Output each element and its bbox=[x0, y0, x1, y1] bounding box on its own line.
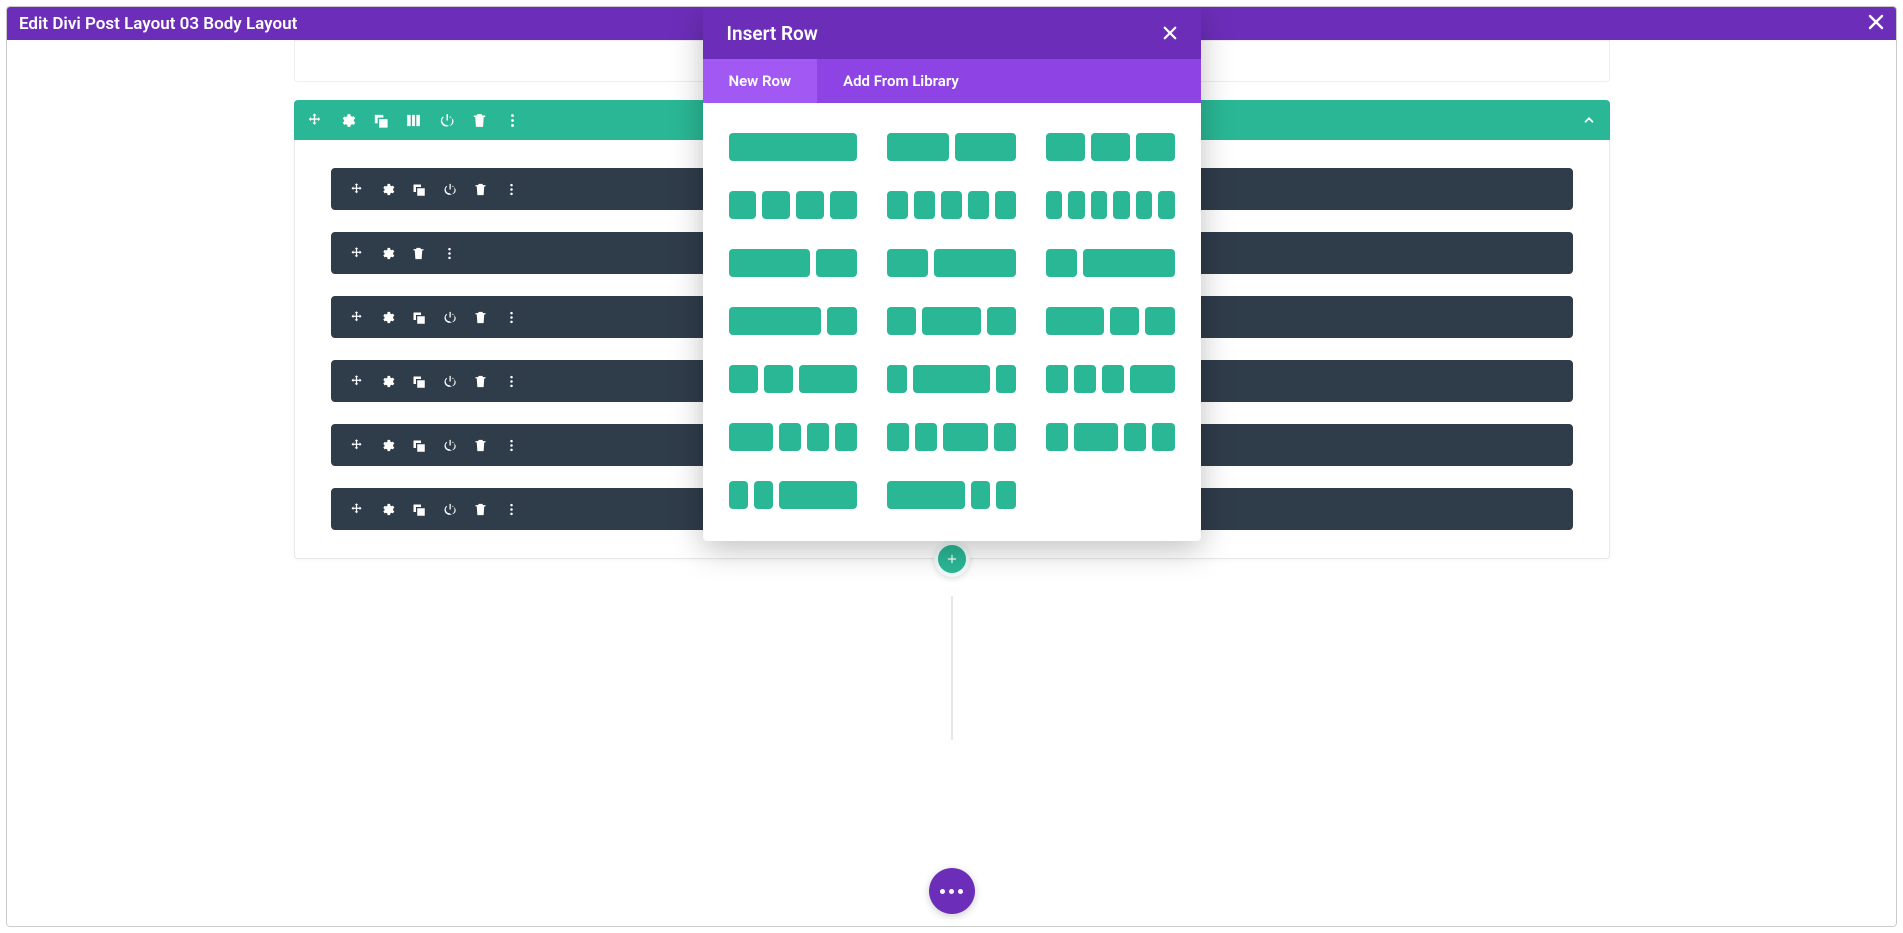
move-icon[interactable] bbox=[349, 310, 364, 325]
trash-icon[interactable] bbox=[473, 502, 488, 517]
move-icon[interactable] bbox=[349, 182, 364, 197]
close-icon bbox=[1163, 26, 1177, 40]
layout-option-1[interactable] bbox=[729, 133, 858, 161]
settings-icon[interactable] bbox=[380, 182, 395, 197]
duplicate-icon[interactable] bbox=[411, 502, 426, 517]
duplicate-icon[interactable] bbox=[411, 310, 426, 325]
layout-option-3-1[interactable] bbox=[729, 307, 858, 335]
more-icon[interactable] bbox=[504, 112, 521, 129]
settings-icon[interactable] bbox=[380, 246, 395, 261]
connector-line bbox=[951, 596, 953, 740]
more-icon[interactable] bbox=[442, 246, 457, 261]
layout-option-1-4-1[interactable] bbox=[887, 365, 1016, 393]
more-icon[interactable] bbox=[504, 502, 519, 517]
tab-add-from-library[interactable]: Add From Library bbox=[817, 59, 985, 103]
settings-icon[interactable] bbox=[380, 502, 395, 517]
layout-option-1-1-1-1-1[interactable] bbox=[887, 191, 1016, 219]
layout-option-2-1-1[interactable] bbox=[1046, 307, 1175, 335]
layout-option-1-2-1-1[interactable] bbox=[1046, 423, 1175, 451]
trash-icon[interactable] bbox=[473, 310, 488, 325]
trash-icon[interactable] bbox=[473, 374, 488, 389]
close-icon bbox=[1868, 14, 1884, 30]
settings-icon[interactable] bbox=[380, 438, 395, 453]
columns-icon[interactable] bbox=[405, 112, 422, 129]
move-icon[interactable] bbox=[349, 438, 364, 453]
layout-option-1-1-4[interactable] bbox=[729, 481, 858, 509]
add-row-button[interactable] bbox=[934, 541, 970, 577]
layout-option-1-3[interactable] bbox=[1046, 249, 1175, 277]
modal-header: Insert Row bbox=[703, 7, 1201, 59]
more-icon[interactable] bbox=[504, 438, 519, 453]
modal-tabs: New RowAdd From Library bbox=[703, 59, 1201, 103]
layout-option-1-1-1[interactable] bbox=[1046, 133, 1175, 161]
layout-option-2-1[interactable] bbox=[729, 249, 858, 277]
layout-option-1-2[interactable] bbox=[887, 249, 1016, 277]
layout-option-1-1-1-2[interactable] bbox=[1046, 365, 1175, 393]
more-icon[interactable] bbox=[504, 310, 519, 325]
more-icon[interactable] bbox=[504, 182, 519, 197]
move-icon[interactable] bbox=[306, 112, 323, 129]
layout-option-1-1[interactable] bbox=[887, 133, 1016, 161]
duplicate-icon[interactable] bbox=[411, 182, 426, 197]
power-icon[interactable] bbox=[438, 112, 455, 129]
move-icon[interactable] bbox=[349, 246, 364, 261]
power-icon[interactable] bbox=[442, 310, 457, 325]
modal-close-button[interactable] bbox=[1163, 21, 1177, 45]
power-icon[interactable] bbox=[442, 438, 457, 453]
trash-icon[interactable] bbox=[473, 182, 488, 197]
settings-icon[interactable] bbox=[339, 112, 356, 129]
dots-icon bbox=[940, 889, 963, 894]
power-icon[interactable] bbox=[442, 502, 457, 517]
layout-option-1-2-1[interactable] bbox=[887, 307, 1016, 335]
duplicate-icon[interactable] bbox=[372, 112, 389, 129]
move-icon[interactable] bbox=[349, 374, 364, 389]
power-icon[interactable] bbox=[442, 182, 457, 197]
insert-row-modal: Insert Row New RowAdd From Library bbox=[703, 7, 1201, 541]
layout-option-1-1-1-1[interactable] bbox=[729, 191, 858, 219]
plus-icon bbox=[945, 552, 959, 566]
power-icon[interactable] bbox=[442, 374, 457, 389]
chevron-up-icon bbox=[1582, 113, 1596, 127]
row-layouts-grid bbox=[703, 103, 1201, 541]
layout-option-1-1-2-1[interactable] bbox=[887, 423, 1016, 451]
title-close-button[interactable] bbox=[1868, 13, 1884, 35]
duplicate-icon[interactable] bbox=[411, 438, 426, 453]
settings-icon[interactable] bbox=[380, 310, 395, 325]
title-bar-text: Edit Divi Post Layout 03 Body Layout bbox=[19, 14, 297, 34]
tab-new-row[interactable]: New Row bbox=[703, 59, 818, 103]
layout-option-4-1-1[interactable] bbox=[887, 481, 1016, 509]
trash-icon[interactable] bbox=[471, 112, 488, 129]
more-actions-button[interactable] bbox=[929, 868, 975, 914]
layout-option-2-1-1-1[interactable] bbox=[729, 423, 858, 451]
duplicate-icon[interactable] bbox=[411, 374, 426, 389]
layout-option-1-1-1-1-1-1[interactable] bbox=[1046, 191, 1175, 219]
more-icon[interactable] bbox=[504, 374, 519, 389]
trash-icon[interactable] bbox=[473, 438, 488, 453]
move-icon[interactable] bbox=[349, 502, 364, 517]
layout-option-1-1-2[interactable] bbox=[729, 365, 858, 393]
collapse-button[interactable] bbox=[1582, 113, 1596, 127]
trash-icon[interactable] bbox=[411, 246, 426, 261]
modal-title: Insert Row bbox=[727, 22, 818, 45]
settings-icon[interactable] bbox=[380, 374, 395, 389]
